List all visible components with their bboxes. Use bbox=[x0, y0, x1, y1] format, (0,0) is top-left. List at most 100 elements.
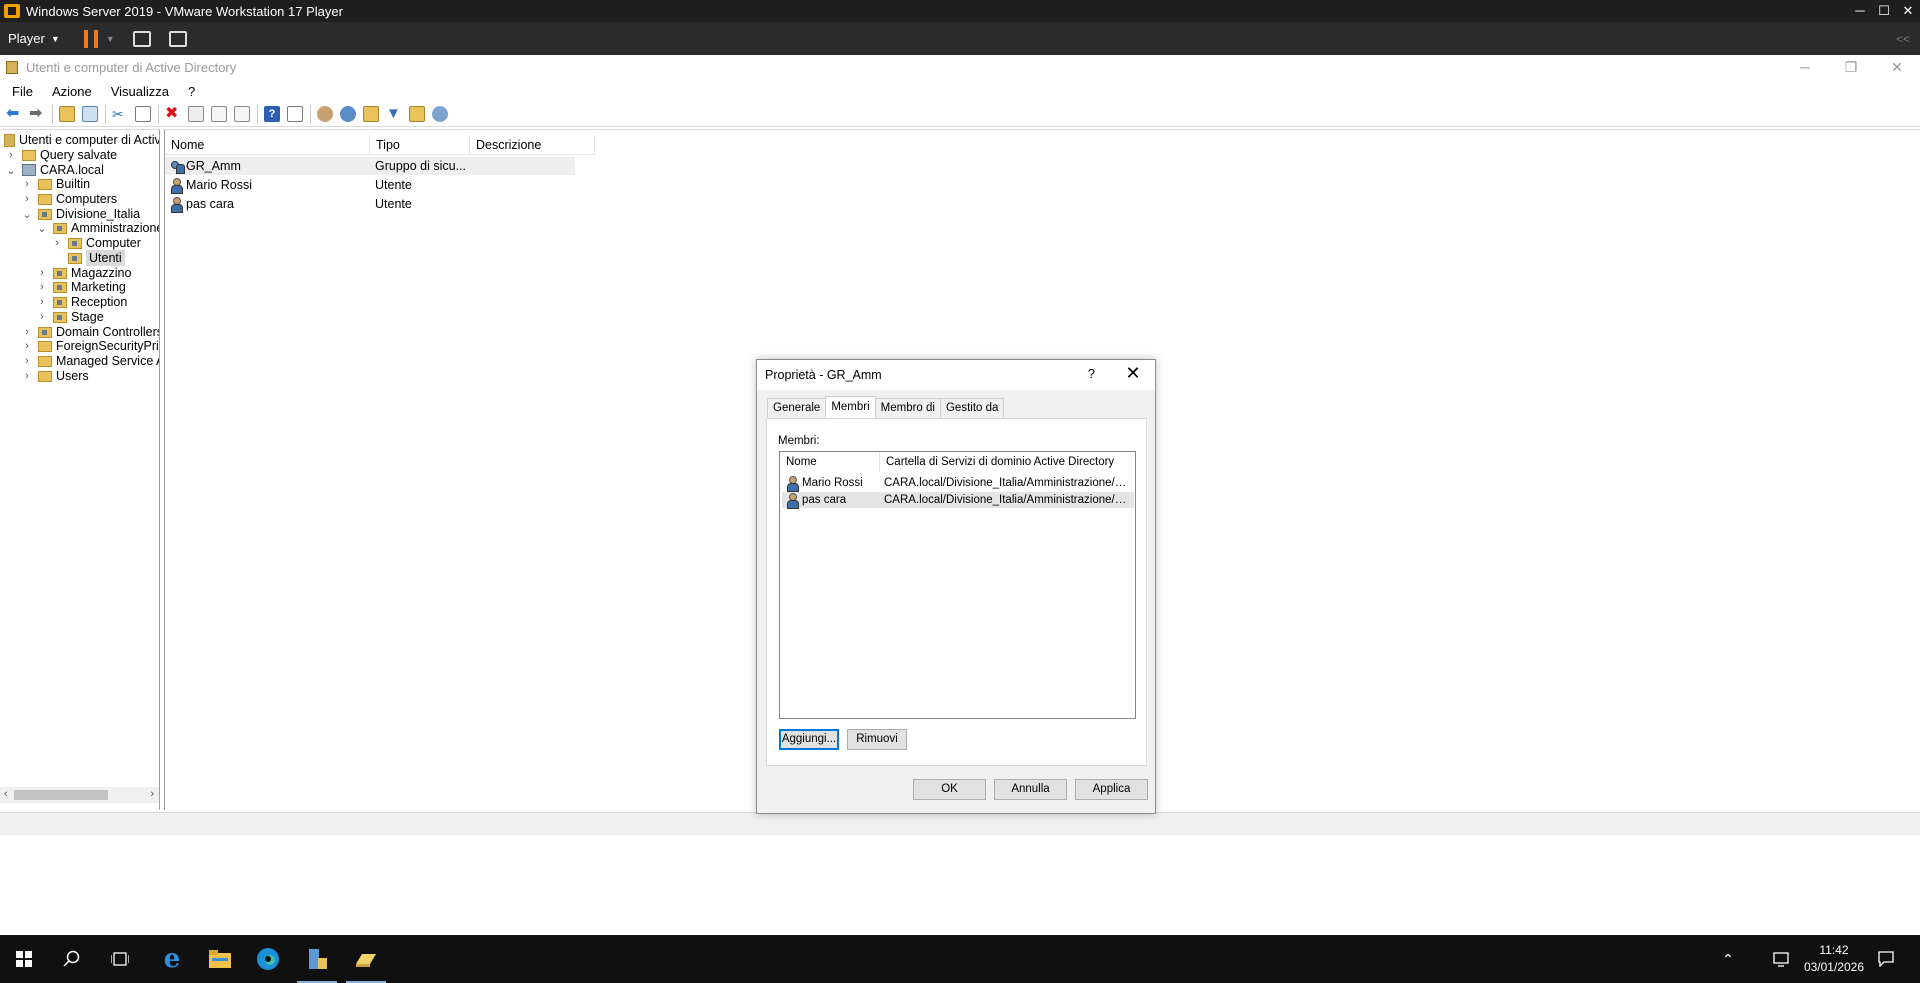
collapse-icon[interactable]: ⌄ bbox=[22, 208, 32, 221]
menu-visualizza[interactable]: Visualizza bbox=[104, 84, 176, 99]
menu-file[interactable]: File bbox=[5, 84, 40, 99]
forward-arrow-icon[interactable]: ➡ bbox=[29, 105, 45, 122]
notifications-button[interactable] bbox=[1866, 935, 1906, 983]
vm-close-button[interactable]: ✕ bbox=[1896, 0, 1920, 22]
remove-member-button[interactable]: Rimuovi bbox=[847, 729, 907, 750]
task-view-button[interactable] bbox=[96, 935, 144, 983]
members-column-cartella[interactable]: Cartella di Servizi di dominio Active Di… bbox=[880, 452, 1135, 472]
properties-icon[interactable] bbox=[188, 105, 204, 122]
filter-icon[interactable]: ▼ bbox=[386, 105, 402, 122]
expand-icon[interactable]: › bbox=[22, 193, 32, 205]
list-header: Nome Tipo Descrizione bbox=[165, 135, 595, 155]
properties-dialog: Proprietà - GR_Amm ? ✕ Generale Membri M… bbox=[756, 359, 1156, 814]
fullscreen-icon[interactable] bbox=[168, 30, 187, 47]
new-ou-icon[interactable] bbox=[363, 105, 379, 122]
member-row-mario-rossi[interactable]: Mario Rossi CARA.local/Divisione_Italia/… bbox=[782, 475, 1134, 492]
tab-generale[interactable]: Generale bbox=[767, 398, 827, 418]
collapse-icon[interactable]: ⌄ bbox=[37, 222, 47, 235]
menu-azione[interactable]: Azione bbox=[45, 84, 99, 99]
start-button[interactable] bbox=[0, 935, 48, 983]
find-icon[interactable] bbox=[409, 105, 425, 122]
copy-icon[interactable] bbox=[135, 105, 151, 122]
cancel-button[interactable]: Annulla bbox=[994, 779, 1067, 800]
status-bar bbox=[0, 812, 1920, 835]
back-arrow-icon[interactable]: ⬅ bbox=[6, 105, 22, 122]
column-header-tipo[interactable]: Tipo bbox=[370, 135, 470, 155]
vm-maximize-button[interactable]: ☐ bbox=[1872, 0, 1896, 22]
list-row-pas-cara[interactable]: pas cara Utente bbox=[165, 195, 575, 213]
new-user-icon[interactable] bbox=[317, 105, 333, 122]
menu-help[interactable]: ? bbox=[181, 84, 202, 99]
scrollbar-thumb[interactable] bbox=[14, 790, 108, 800]
column-header-descrizione[interactable]: Descrizione bbox=[470, 135, 595, 155]
member-row-pas-cara[interactable]: pas cara CARA.local/Divisione_Italia/Amm… bbox=[782, 492, 1134, 509]
clock-time: 11:42 bbox=[1819, 943, 1849, 957]
taskbar-clock[interactable]: 11:42 03/01/2026 bbox=[1804, 942, 1864, 976]
tree-horizontal-scrollbar[interactable]: ‹ › bbox=[0, 787, 159, 803]
dialog-help-button[interactable]: ? bbox=[1088, 366, 1095, 381]
ok-button[interactable]: OK bbox=[913, 779, 986, 800]
show-console-tree-icon[interactable] bbox=[82, 105, 98, 122]
dialog-close-button[interactable]: ✕ bbox=[1121, 363, 1145, 384]
player-menu-button[interactable]: Player ▼ bbox=[8, 31, 60, 46]
expand-icon[interactable]: › bbox=[6, 149, 16, 161]
list-item-type: Gruppo di sicu... bbox=[375, 159, 467, 173]
add-member-button[interactable]: Aggiungi... bbox=[779, 729, 839, 750]
new-group-icon[interactable] bbox=[340, 105, 356, 122]
expand-icon[interactable]: › bbox=[22, 178, 32, 190]
scroll-right-icon[interactable]: › bbox=[150, 788, 154, 800]
refresh-icon[interactable] bbox=[211, 105, 227, 122]
list-row-mario-rossi[interactable]: Mario Rossi Utente bbox=[165, 176, 575, 194]
collapse-icon[interactable]: ⌄ bbox=[6, 164, 16, 177]
network-tray-button[interactable] bbox=[1764, 935, 1800, 983]
export-list-icon[interactable] bbox=[234, 105, 250, 122]
column-header-nome[interactable]: Nome bbox=[165, 135, 370, 155]
cut-icon[interactable]: ✂ bbox=[112, 106, 128, 122]
mmc-restore-button[interactable]: ❐ bbox=[1828, 55, 1874, 79]
player-menu-label: Player bbox=[8, 31, 45, 46]
tab-membro-di[interactable]: Membro di bbox=[874, 398, 941, 418]
expand-icon[interactable]: › bbox=[37, 296, 47, 308]
search-button[interactable] bbox=[48, 935, 96, 983]
folder-icon bbox=[38, 340, 52, 352]
chevron-up-icon: ⌃ bbox=[1722, 950, 1734, 967]
clock-date: 03/01/2026 bbox=[1803, 960, 1864, 974]
apply-button[interactable]: Applica bbox=[1075, 779, 1148, 800]
show-hidden-icons-button[interactable]: ⌃ bbox=[1710, 935, 1746, 983]
members-list[interactable]: Nome Cartella di Servizi di dominio Acti… bbox=[779, 451, 1136, 719]
file-explorer-button[interactable] bbox=[196, 935, 244, 983]
send-ctrl-alt-del-icon[interactable] bbox=[132, 30, 151, 47]
tree-item-users[interactable]: › Users bbox=[22, 367, 89, 385]
tree-item-label: Builtin bbox=[56, 177, 91, 191]
expand-icon[interactable]: › bbox=[22, 370, 32, 382]
mmc-minimize-button[interactable]: ─ bbox=[1782, 55, 1828, 79]
aduc-taskbar-button[interactable] bbox=[342, 935, 390, 983]
help-icon[interactable]: ? bbox=[264, 105, 280, 122]
tab-gestito-da[interactable]: Gestito da bbox=[939, 398, 1005, 418]
delete-icon[interactable]: ✖ bbox=[165, 105, 181, 122]
scroll-left-icon[interactable]: ‹ bbox=[4, 788, 8, 800]
internet-explorer-button[interactable]: e bbox=[148, 935, 196, 983]
collapse-toolbar-button[interactable]: << bbox=[1896, 32, 1910, 46]
up-folder-icon[interactable] bbox=[59, 105, 75, 122]
add-to-group-icon[interactable] bbox=[432, 105, 448, 122]
members-column-nome[interactable]: Nome bbox=[780, 452, 880, 472]
edge-icon bbox=[257, 948, 279, 970]
edge-button[interactable] bbox=[244, 935, 292, 983]
ou-folder-icon bbox=[68, 237, 82, 249]
mmc-close-button[interactable]: ✕ bbox=[1874, 55, 1920, 79]
pause-icon[interactable] bbox=[83, 29, 98, 48]
expand-icon[interactable]: › bbox=[22, 355, 32, 367]
expand-icon[interactable]: › bbox=[37, 281, 47, 293]
taskbar: e ⌃ 11:42 03/01/2026 bbox=[0, 935, 1920, 983]
list-row-gr-amm[interactable]: GR_Amm Gruppo di sicu... bbox=[165, 157, 575, 175]
vm-minimize-button[interactable]: ─ bbox=[1848, 0, 1872, 22]
action-pane-icon[interactable] bbox=[287, 105, 303, 122]
tab-membri[interactable]: Membri bbox=[825, 396, 876, 418]
server-manager-button[interactable] bbox=[293, 935, 341, 983]
expand-icon[interactable]: › bbox=[22, 340, 32, 352]
folder-icon bbox=[22, 149, 36, 161]
expand-icon[interactable]: › bbox=[37, 311, 47, 323]
expand-icon[interactable]: › bbox=[52, 237, 62, 249]
pause-dropdown-icon[interactable]: ▼ bbox=[106, 34, 115, 44]
